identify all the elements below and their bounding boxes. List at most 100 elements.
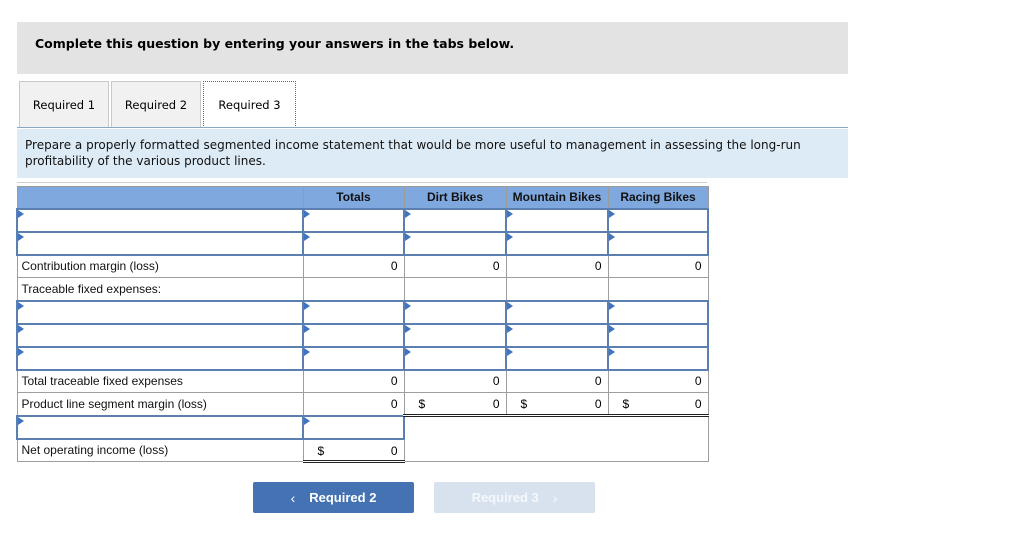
dirt-bikes-input[interactable] — [405, 209, 505, 231]
racing-bikes-input-cell[interactable] — [607, 345, 709, 371]
input-row — [16, 207, 709, 233]
totals-input[interactable] — [304, 209, 403, 231]
racing-bikes-input[interactable] — [609, 324, 707, 346]
racing-bikes-input[interactable] — [609, 301, 707, 323]
dirt-bikes-input[interactable] — [405, 347, 505, 369]
next-tab-button[interactable]: Required 3 › — [434, 482, 595, 513]
tab-required-1[interactable]: Required 1 — [19, 81, 109, 127]
racing-bikes-input-cell[interactable] — [607, 299, 709, 325]
label-input-cell[interactable] — [16, 322, 304, 348]
totals-input[interactable] — [304, 232, 403, 254]
mountain-bikes-value: 0 — [594, 397, 602, 411]
totals-input-cell[interactable] — [302, 299, 405, 325]
label-input-cell[interactable] — [16, 414, 304, 440]
racing-bikes-input-cell[interactable] — [607, 207, 709, 233]
racing-bikes-value: 0 — [607, 254, 709, 278]
dirt-bikes-input-cell[interactable] — [403, 230, 507, 256]
dirt-bikes-input[interactable] — [405, 232, 505, 254]
totals-input[interactable] — [304, 324, 403, 346]
input-flag-icon — [18, 232, 24, 241]
label-input-cell[interactable] — [16, 207, 304, 233]
dirt-bikes-value: 0 — [403, 254, 507, 278]
totals-input-cell[interactable] — [302, 322, 405, 348]
mountain-bikes-input-cell[interactable] — [505, 345, 609, 371]
row-label-input[interactable] — [18, 209, 302, 231]
input-row — [16, 230, 709, 256]
totals-input-cell[interactable] — [302, 230, 405, 256]
dirt-bikes-input-cell[interactable] — [403, 207, 507, 233]
dirt-bikes-input-cell[interactable] — [403, 345, 507, 371]
input-flag-icon — [507, 232, 513, 241]
prompt-divider — [17, 182, 707, 183]
input-flag-icon — [609, 301, 615, 310]
totals-input-cell[interactable] — [302, 345, 405, 371]
row-label-input[interactable] — [18, 347, 302, 369]
row-label-input[interactable] — [18, 416, 302, 438]
header-row: Totals Dirt Bikes Mountain Bikes Racing … — [16, 186, 709, 209]
input-flag-icon — [507, 347, 513, 356]
mountain-bikes-value: 0 — [505, 254, 609, 278]
racing-bikes-input-cell[interactable] — [607, 322, 709, 348]
totals-input[interactable] — [304, 416, 403, 438]
racing-bikes-input[interactable] — [609, 209, 707, 231]
dirt-bikes-input[interactable] — [405, 324, 505, 346]
dirt-bikes-input-cell[interactable] — [403, 299, 507, 325]
tab-required-2[interactable]: Required 2 — [111, 81, 201, 127]
input-flag-icon — [609, 232, 615, 241]
input-flag-icon — [304, 324, 310, 333]
chevron-right-icon: › — [552, 489, 558, 506]
mountain-bikes-input[interactable] — [507, 209, 607, 231]
mountain-bikes-input-cell[interactable] — [505, 207, 609, 233]
row-label: Contribution margin (loss) — [16, 254, 304, 278]
input-row — [16, 345, 709, 371]
dirt-bikes-input[interactable] — [405, 301, 505, 323]
row-label-input[interactable] — [18, 324, 302, 346]
racing-bikes-input-cell[interactable] — [607, 230, 709, 256]
totals-input[interactable] — [304, 347, 403, 369]
mountain-bikes-input[interactable] — [507, 301, 607, 323]
empty-cell — [403, 277, 507, 301]
row-label-input[interactable] — [18, 301, 302, 323]
input-flag-icon — [405, 301, 411, 310]
label-input-cell[interactable] — [16, 299, 304, 325]
racing-bikes-input[interactable] — [609, 347, 707, 369]
row-label-input[interactable] — [18, 232, 302, 254]
label-input-cell[interactable] — [16, 230, 304, 256]
label-input-cell[interactable] — [16, 345, 304, 371]
mountain-bikes-input-cell[interactable] — [505, 322, 609, 348]
racing-bikes-value: 0 — [694, 397, 702, 411]
input-flag-icon — [507, 301, 513, 310]
mountain-bikes-input-cell[interactable] — [505, 299, 609, 325]
mountain-bikes-input[interactable] — [507, 232, 607, 254]
mountain-bikes-input[interactable] — [507, 324, 607, 346]
row-label: Product line segment margin (loss) — [16, 392, 304, 416]
mountain-bikes-input-cell[interactable] — [505, 230, 609, 256]
input-flag-icon — [405, 232, 411, 241]
input-flag-icon — [18, 209, 24, 218]
previous-tab-button[interactable]: ‹ Required 2 — [253, 482, 414, 513]
totals-value: 0 — [302, 369, 405, 393]
row-label: Total traceable fixed expenses — [16, 369, 304, 393]
col-header-label — [16, 186, 304, 209]
totals-input-cell[interactable] — [302, 207, 405, 233]
dirt-bikes-value-cell: $0 — [403, 392, 507, 417]
input-flag-icon — [507, 324, 513, 333]
tab-required-3[interactable]: Required 3 — [203, 81, 296, 128]
banner-text: Complete this question by entering your … — [35, 36, 515, 51]
input-flag-icon — [609, 209, 615, 218]
dirt-bikes-value: 0 — [403, 369, 507, 393]
total-traceable-fixed-row: Total traceable fixed expenses 0 0 0 0 — [16, 369, 709, 393]
dirt-bikes-input-cell[interactable] — [403, 322, 507, 348]
empty-cell — [607, 277, 709, 301]
mountain-bikes-input[interactable] — [507, 347, 607, 369]
mountain-bikes-value-cell: $0 — [505, 392, 609, 417]
chevron-left-icon: ‹ — [290, 489, 296, 506]
dirt-bikes-value: 0 — [492, 397, 500, 411]
racing-bikes-input[interactable] — [609, 232, 707, 254]
input-flag-icon — [304, 209, 310, 218]
input-row — [16, 414, 709, 462]
totals-input[interactable] — [304, 301, 403, 323]
input-row — [16, 322, 709, 348]
racing-bikes-value: 0 — [607, 369, 709, 393]
totals-input-cell[interactable] — [302, 414, 405, 440]
